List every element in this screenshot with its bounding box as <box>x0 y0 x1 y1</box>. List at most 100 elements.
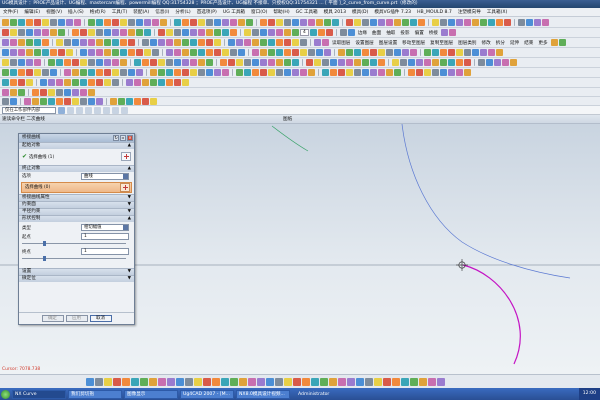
tool-icon[interactable] <box>464 49 471 56</box>
select-curve-icon[interactable] <box>121 152 131 161</box>
tool-icon[interactable] <box>314 59 321 66</box>
sketch-tool-icon[interactable] <box>392 377 400 386</box>
method-select[interactable]: 相切幅值 <box>81 224 129 231</box>
tool-icon[interactable] <box>26 39 33 46</box>
tool-icon[interactable] <box>214 39 221 46</box>
sketch-tool-icon[interactable] <box>122 377 130 386</box>
tool-icon[interactable] <box>260 18 267 26</box>
menu-item[interactable]: 插入(S) <box>67 9 85 15</box>
tool-icon[interactable] <box>332 18 339 26</box>
tool-icon[interactable] <box>486 59 493 66</box>
tool-icon[interactable] <box>80 69 87 76</box>
toolbar-text-button[interactable]: 曲面 <box>370 30 383 36</box>
tool-icon[interactable] <box>346 59 353 66</box>
tool-icon[interactable] <box>214 18 221 26</box>
toolbar-text-button[interactable]: 设置图层 <box>353 40 375 46</box>
tool-icon[interactable] <box>268 29 275 36</box>
tool-icon[interactable] <box>104 39 111 46</box>
tool-icon[interactable] <box>32 97 39 105</box>
tool-icon[interactable] <box>72 79 79 86</box>
tool-icon[interactable] <box>432 49 439 56</box>
tool-icon[interactable] <box>58 18 65 26</box>
tool-icon[interactable] <box>386 49 393 56</box>
tool-icon[interactable] <box>550 39 558 46</box>
tool-icon[interactable] <box>394 69 401 76</box>
slider-knob[interactable] <box>42 256 46 261</box>
tool-icon[interactable] <box>206 49 213 56</box>
tool-icon[interactable] <box>214 29 221 36</box>
tool-icon[interactable] <box>40 79 47 86</box>
menu-item[interactable]: 分析(L) <box>174 9 191 15</box>
snap-icon[interactable] <box>67 106 74 114</box>
tool-icon[interactable] <box>182 18 189 26</box>
tool-icon[interactable] <box>252 49 259 56</box>
tool-icon[interactable] <box>190 39 197 46</box>
tool-icon[interactable] <box>558 39 566 46</box>
tool-icon[interactable] <box>510 59 517 66</box>
tool-icon[interactable] <box>18 59 25 66</box>
tool-icon[interactable] <box>441 29 449 36</box>
sketch-tool-icon[interactable] <box>410 377 418 386</box>
tool-icon[interactable] <box>174 59 181 66</box>
tool-icon[interactable] <box>284 29 291 36</box>
menu-item[interactable]: 工具箱(X) <box>486 9 509 15</box>
menu-item[interactable]: 格式(R) <box>89 9 107 15</box>
toolbar-text-button[interactable]: 边缘 <box>356 30 369 36</box>
menu-item[interactable]: 信息(I) <box>154 9 170 15</box>
blue-curve[interactable] <box>401 124 571 279</box>
tool-icon[interactable] <box>128 69 135 76</box>
section-settings[interactable]: 设置 ▼ <box>19 268 134 275</box>
tool-icon[interactable] <box>260 49 267 56</box>
end-curve-selector[interactable]: 选择曲线 (0) <box>21 182 132 193</box>
tool-icon[interactable] <box>174 79 181 86</box>
tool-icon[interactable] <box>238 49 245 56</box>
tool-icon[interactable] <box>80 59 87 66</box>
tool-icon[interactable] <box>2 79 9 86</box>
tool-icon[interactable] <box>440 59 447 66</box>
menu-item[interactable]: 模具(D) <box>351 9 369 15</box>
tool-icon[interactable] <box>386 69 393 76</box>
tool-icon[interactable] <box>128 39 135 46</box>
tool-icon[interactable] <box>252 39 259 46</box>
tool-icon[interactable] <box>402 18 409 26</box>
tool-icon[interactable] <box>144 49 151 56</box>
tool-icon[interactable] <box>158 59 165 66</box>
tool-icon[interactable] <box>370 59 377 66</box>
tool-icon[interactable] <box>408 59 415 66</box>
tool-icon[interactable] <box>136 49 143 56</box>
tool-icon[interactable] <box>26 29 33 36</box>
tool-icon[interactable] <box>144 18 151 26</box>
tool-icon[interactable] <box>18 69 25 76</box>
tool-icon[interactable] <box>2 88 9 96</box>
tool-icon[interactable] <box>284 39 291 46</box>
tool-icon[interactable] <box>206 69 213 76</box>
tool-icon[interactable] <box>214 49 221 56</box>
tool-icon[interactable] <box>26 69 33 76</box>
tool-icon[interactable] <box>322 69 329 76</box>
tool-icon[interactable] <box>472 18 479 26</box>
tool-icon[interactable] <box>34 18 41 26</box>
tool-icon[interactable] <box>134 97 141 105</box>
tool-icon[interactable] <box>308 18 315 26</box>
tool-icon[interactable] <box>378 59 385 66</box>
tool-icon[interactable] <box>56 79 63 86</box>
tool-icon[interactable] <box>432 18 439 26</box>
tool-icon[interactable] <box>104 29 111 36</box>
slider-knob[interactable] <box>42 241 46 246</box>
tool-icon[interactable] <box>300 39 307 46</box>
tool-icon[interactable] <box>166 59 173 66</box>
tool-icon[interactable] <box>448 49 455 56</box>
tool-icon[interactable] <box>136 18 143 26</box>
tool-icon[interactable] <box>268 18 275 26</box>
taskbar-item[interactable]: Ug4CAD 2007 - [M... <box>180 389 234 399</box>
tool-icon[interactable] <box>10 49 17 56</box>
sketch-tool-icon[interactable] <box>239 377 247 386</box>
section-constraint[interactable]: 约束面 ▼ <box>19 201 134 208</box>
tool-icon[interactable] <box>182 59 189 66</box>
tool-icon[interactable] <box>198 49 205 56</box>
layer-select[interactable]: 4 <box>300 29 309 36</box>
sketch-tool-icon[interactable] <box>140 377 148 386</box>
tool-icon[interactable] <box>64 88 71 96</box>
tool-icon[interactable] <box>276 29 283 36</box>
tool-icon[interactable] <box>260 59 267 66</box>
